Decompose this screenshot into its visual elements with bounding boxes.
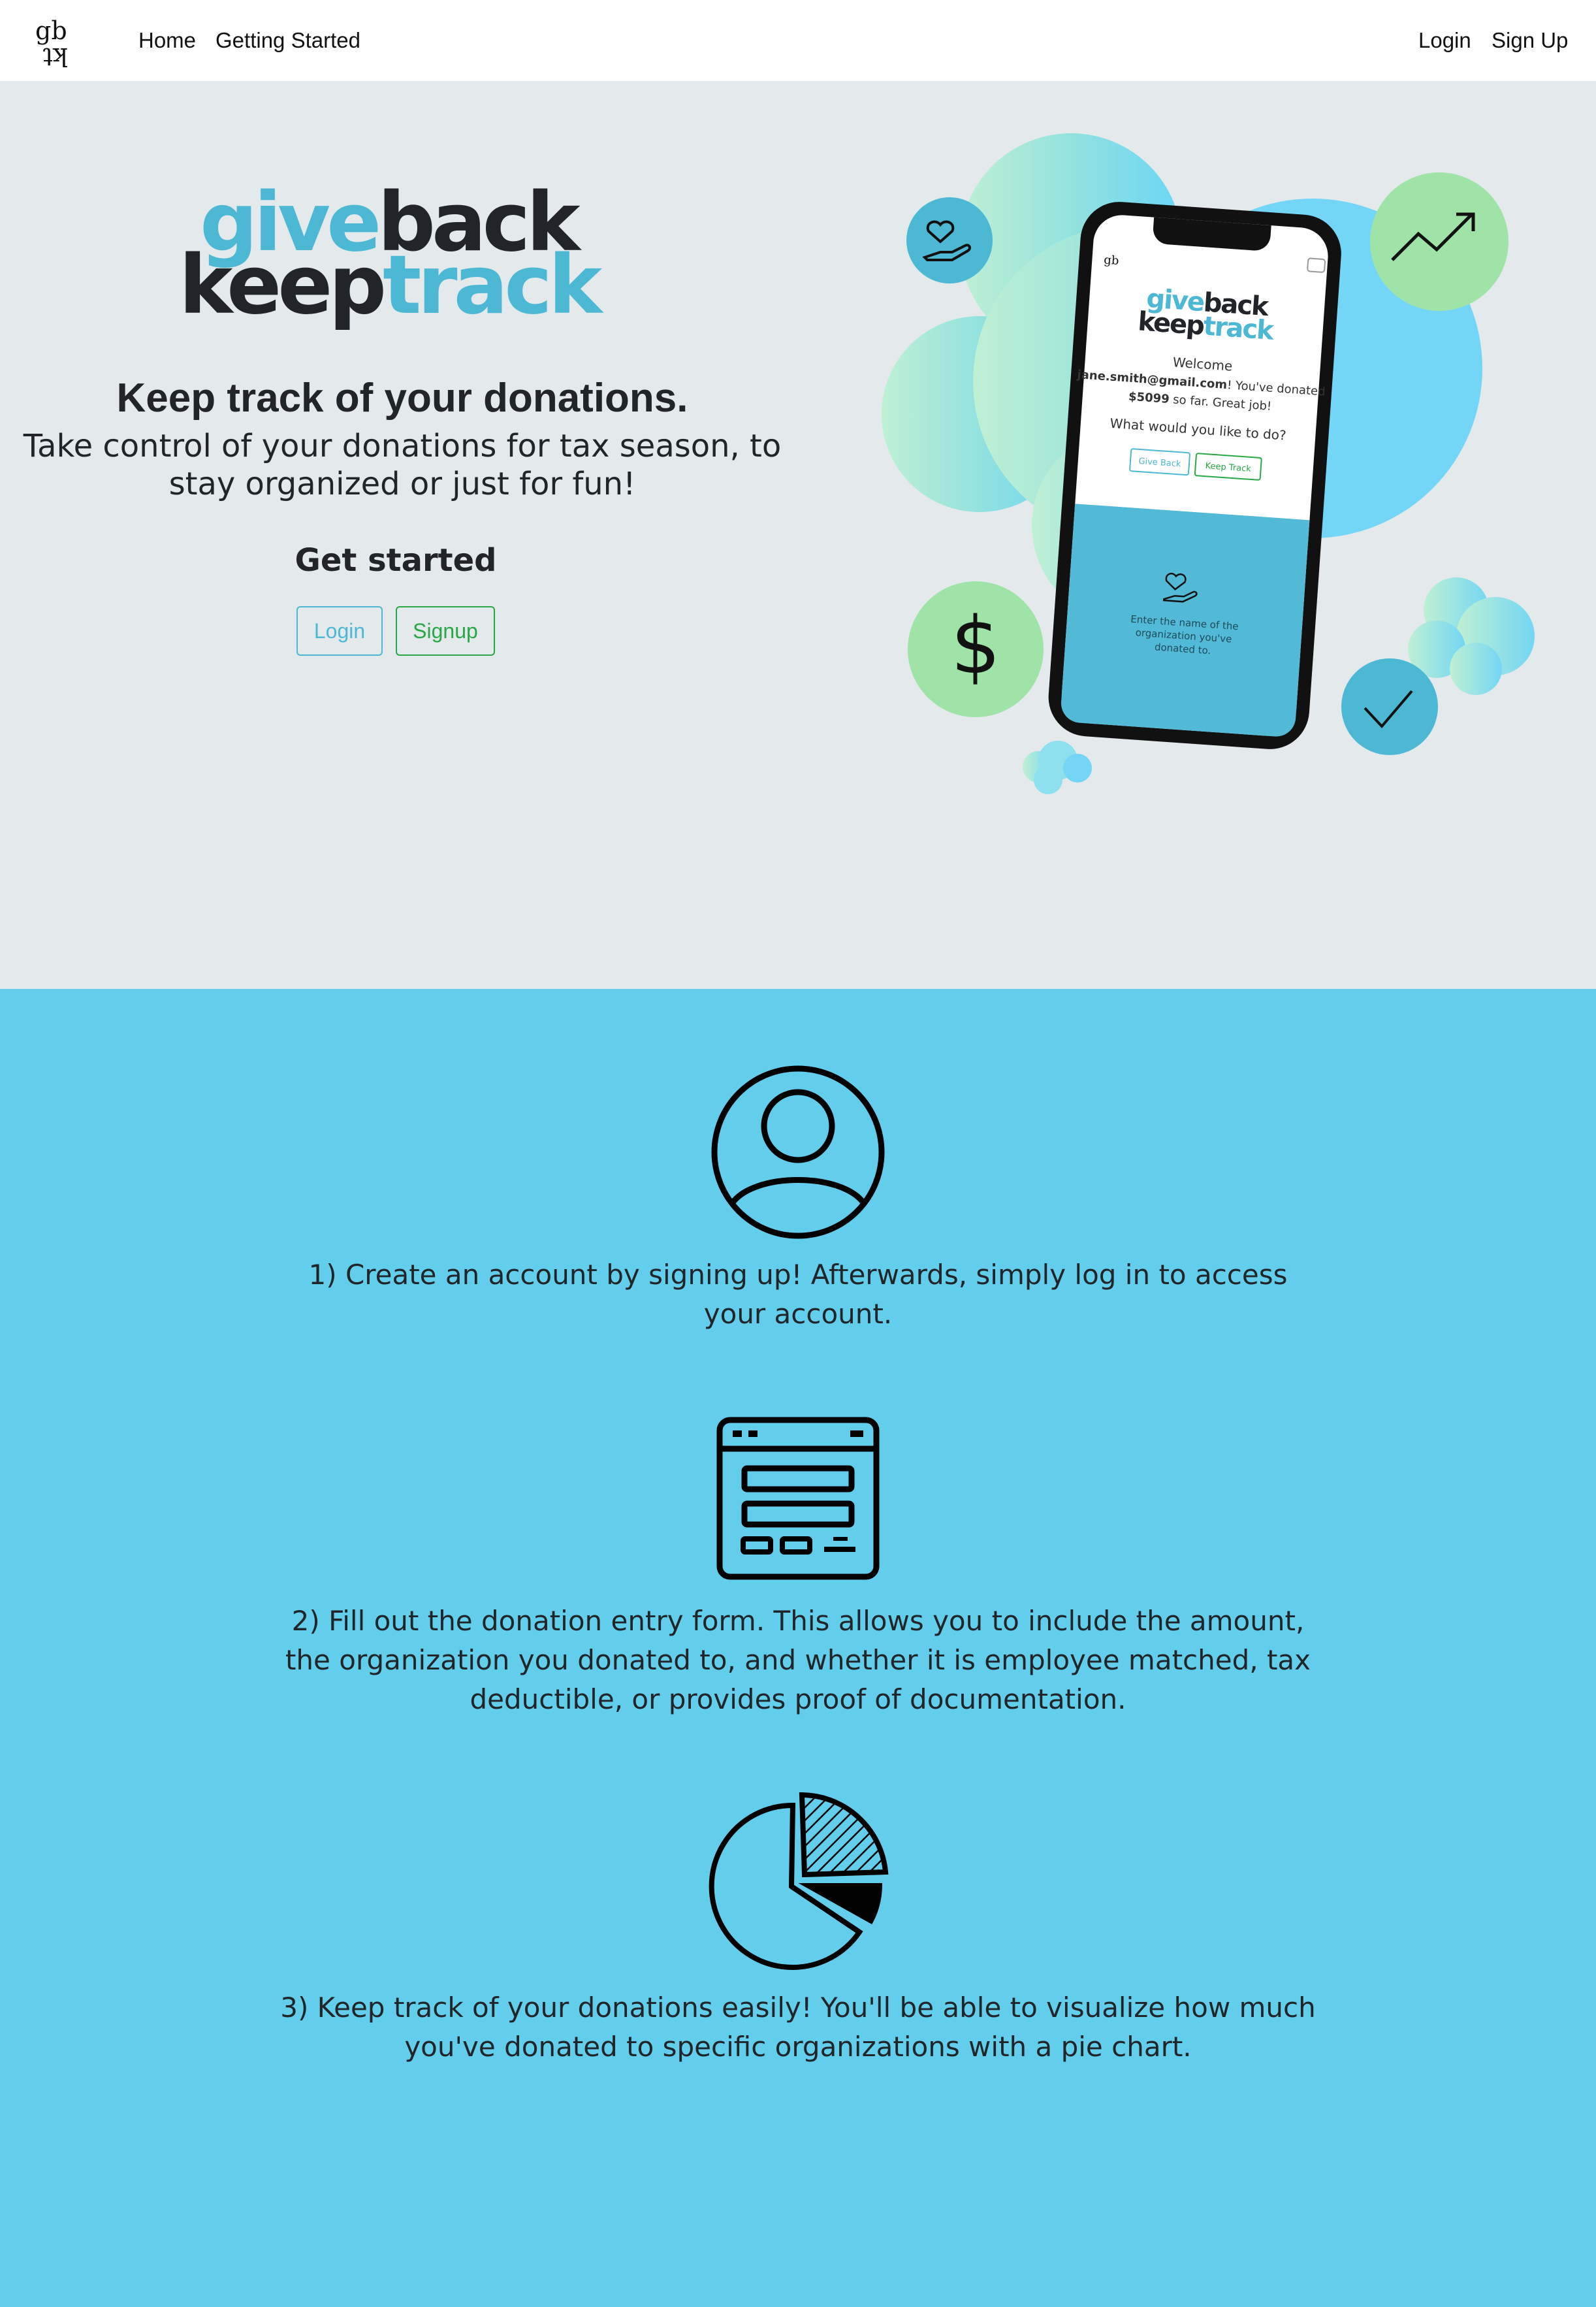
getting-started-steps: 1) Create an account by signing up! Afte… — [0, 989, 1596, 2307]
phone-logo-keep: keep — [1137, 306, 1205, 341]
nav-link-signup[interactable]: Sign Up — [1492, 25, 1568, 56]
step-3-text: 3) Keep track of your donations easily! … — [280, 1992, 1316, 2063]
phone-bottom-text: Enter the name of the organization you'v… — [1130, 613, 1239, 657]
svg-text:$: $ — [951, 601, 1000, 692]
hero-subheading: Take control of your donations for tax s… — [23, 428, 782, 502]
step-2-text: 2) Fill out the donation entry form. Thi… — [285, 1605, 1311, 1715]
hero-login-button[interactable]: Login — [296, 606, 383, 656]
get-started-heading: Get started — [295, 542, 497, 579]
hero-section: giveback keeptrack Keep track of your do… — [0, 81, 1596, 989]
step-1-text: 1) Create an account by signing up! Afte… — [308, 1259, 1288, 1330]
phone-logo-track: track — [1202, 311, 1275, 346]
hero-signup-button[interactable]: Signup — [396, 606, 495, 656]
svg-text:gb: gb — [35, 16, 67, 45]
brand-logo-icon[interactable]: gb kt — [34, 16, 76, 71]
hero-phone-illustration: $ gb giveback keeptrack Welcome jane.smi… — [849, 107, 1567, 891]
trend-up-arrow-icon — [1370, 172, 1508, 311]
navbar: gb kt Home Getting Started Login Sign Up — [0, 0, 1596, 81]
user-account-icon — [700, 1054, 896, 1250]
logo-track: track — [383, 238, 602, 332]
phone-amount: $5099 — [1128, 390, 1170, 406]
dollar-sign-icon: $ — [908, 581, 1044, 717]
heart-in-hand-icon — [906, 197, 993, 283]
nav-link-login[interactable]: Login — [1418, 25, 1471, 56]
phone-mockup: gb giveback keeptrack Welcome jane.smith… — [1048, 202, 1341, 749]
logo-keep: keep — [179, 238, 387, 332]
small-blob-bottom — [1023, 741, 1092, 794]
form-window-icon — [700, 1400, 896, 1596]
pie-chart-icon — [700, 1782, 896, 1978]
hero-heading: Keep track of your donations. — [116, 376, 688, 421]
svg-text:gb: gb — [1104, 253, 1119, 268]
nav-link-home[interactable]: Home — [138, 25, 196, 56]
nav-link-getting-started[interactable]: Getting Started — [215, 25, 360, 56]
checkmark-icon — [1341, 658, 1438, 755]
svg-text:kt: kt — [43, 42, 68, 68]
